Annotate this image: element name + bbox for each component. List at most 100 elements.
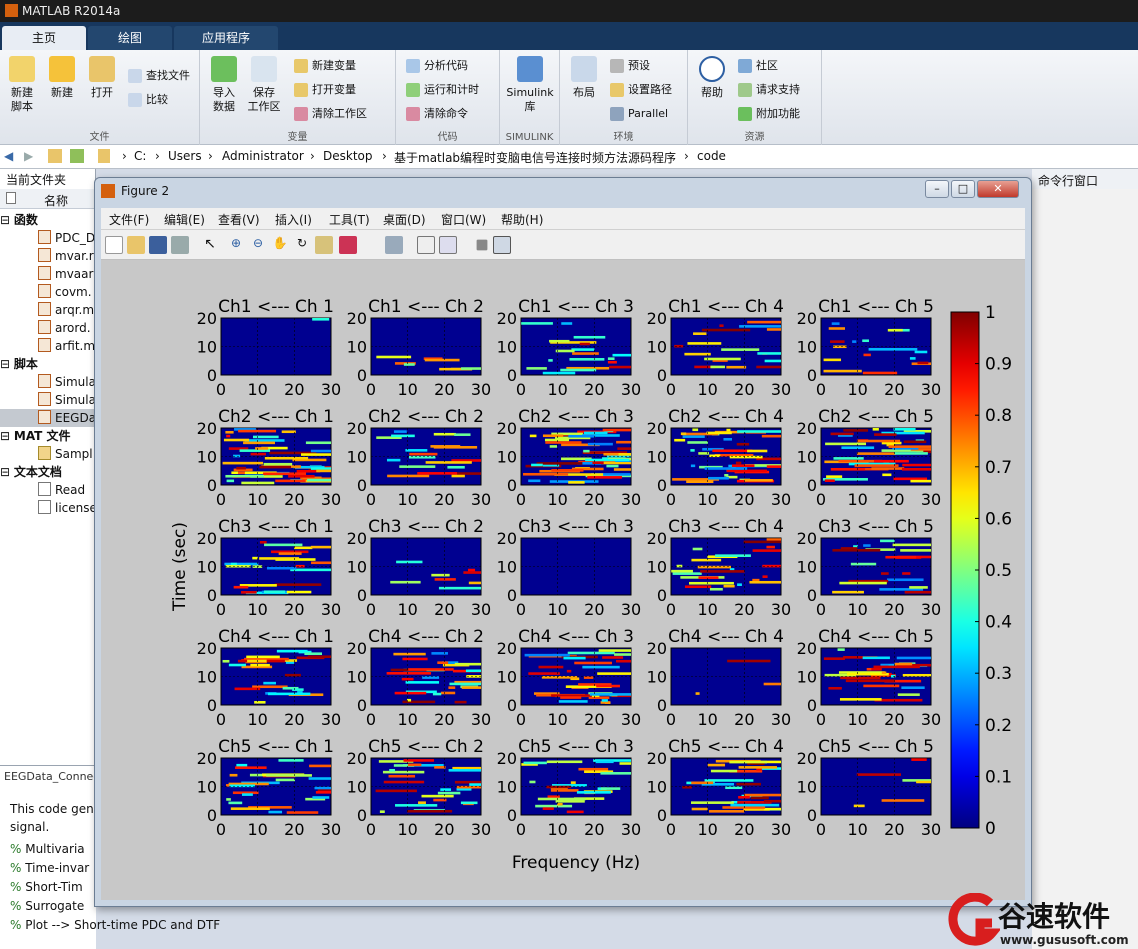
parallel-button[interactable]: Parallel (608, 104, 668, 124)
compare-button[interactable]: 比较 (126, 90, 168, 110)
tab-apps[interactable]: 应用程序 (174, 26, 278, 50)
pointer-icon[interactable]: ↖ (201, 236, 219, 254)
new-figure-icon[interactable] (105, 236, 123, 254)
open-file-icon[interactable] (127, 236, 145, 254)
breadcrumb-0[interactable]: C: (134, 149, 146, 163)
back-arrow-icon[interactable]: ◀ (4, 149, 13, 163)
collapse-icon[interactable]: ⊟ (0, 357, 14, 371)
heatmap-cell (417, 472, 458, 475)
preferences-button[interactable]: 预设 (608, 56, 650, 76)
legend-toggle-icon[interactable] (439, 236, 457, 254)
zoom-out-icon[interactable]: ⊖ (249, 236, 267, 254)
file-item[interactable]: mvaar (0, 265, 96, 283)
menu-desktop[interactable]: 桌面(D) (383, 211, 426, 228)
x-tick-label: 0 (666, 490, 676, 509)
new-button[interactable]: 新建 (42, 56, 82, 100)
collapse-icon[interactable]: ⊟ (0, 429, 14, 443)
hide-tools-icon[interactable] (476, 239, 488, 251)
set-path-button[interactable]: 设置路径 (608, 80, 672, 100)
file-item[interactable]: Simula (0, 391, 96, 409)
import-data-button[interactable]: 导入 数据 (204, 56, 244, 114)
forward-arrow-icon[interactable]: ▶ (24, 149, 33, 163)
colorbar-toggle-icon[interactable] (417, 236, 435, 254)
clear-commands-button[interactable]: 清除命令 (404, 104, 468, 124)
file-item[interactable]: PDC_D (0, 229, 96, 247)
menu-window[interactable]: 窗口(W) (441, 211, 486, 228)
new-variable-button[interactable]: 新建变量 (292, 56, 356, 76)
collapse-icon[interactable]: ⊟ (0, 465, 14, 479)
file-item[interactable]: Sampl (0, 445, 96, 463)
file-item[interactable]: covm. (0, 283, 96, 301)
tab-plots[interactable]: 绘图 (88, 26, 172, 50)
close-button[interactable]: ✕ (977, 180, 1019, 198)
addons-button[interactable]: 附加功能 (736, 104, 800, 124)
breadcrumb-5[interactable]: code (697, 149, 726, 163)
save-figure-icon[interactable] (149, 236, 167, 254)
breadcrumb-4[interactable]: 基于matlab编程时变脑电信号连接时频方法源码程序 (394, 149, 676, 166)
file-item[interactable]: arfit.m (0, 337, 96, 355)
browse-folder-icon[interactable] (70, 149, 84, 163)
brush-icon[interactable] (339, 236, 357, 254)
new-script-button[interactable]: 新建 脚本 (2, 56, 42, 114)
menu-file[interactable]: 文件(F) (109, 211, 149, 228)
collapse-icon[interactable]: ⊟ (0, 213, 14, 227)
section-link[interactable]: % Time-invar (10, 861, 89, 875)
column-header[interactable]: 名称 (0, 189, 96, 209)
file-item[interactable]: EEGDa (0, 409, 96, 427)
file-item[interactable]: Read (0, 481, 96, 499)
up-folder-icon[interactable] (48, 149, 62, 163)
panel-title: Ch3 <--- Ch 4 (668, 517, 784, 537)
zoom-in-icon[interactable]: ⊕ (227, 236, 245, 254)
heatmap-cell (468, 581, 481, 585)
file-item[interactable]: arord. (0, 319, 96, 337)
menu-tools[interactable]: 工具(T) (329, 211, 370, 228)
address-bar: ◀ ▶ › C: › Users › Administrator › Deskt… (0, 145, 1138, 169)
heatmap-cell (294, 546, 313, 550)
tree-group-2[interactable]: ⊟ MAT 文件 (0, 427, 96, 445)
y-tick-label: 0 (657, 476, 667, 495)
maximize-button[interactable]: □ (951, 180, 975, 198)
analyze-code-button[interactable]: 分析代码 (404, 56, 468, 76)
section-link[interactable]: % Multivaria (10, 842, 85, 856)
breadcrumb-1[interactable]: Users (168, 149, 202, 163)
tree-group-0[interactable]: ⊟ 函数 (0, 211, 96, 229)
menu-edit[interactable]: 编辑(E) (164, 211, 205, 228)
pan-icon[interactable]: ✋ (271, 236, 289, 254)
data-cursor-icon[interactable] (315, 236, 333, 254)
x-tick-label: 20 (734, 380, 754, 399)
y-tick-label: 20 (797, 639, 817, 658)
heatmap-cell (726, 469, 767, 473)
section-link[interactable]: % Plot --> Short-time PDC and DTF (10, 918, 220, 932)
tab-home[interactable]: 主页 (2, 26, 86, 50)
save-workspace-button[interactable]: 保存 工作区 (244, 56, 284, 114)
minimize-button[interactable]: – (925, 180, 949, 198)
link-plot-icon[interactable] (385, 236, 403, 254)
layout-button[interactable]: 布局 (564, 56, 604, 100)
section-link[interactable]: % Surrogate (10, 899, 84, 913)
help-button[interactable]: 帮助 (692, 56, 732, 100)
request-support-button[interactable]: 请求支持 (736, 80, 800, 100)
clear-workspace-button[interactable]: 清除工作区 (292, 104, 367, 124)
rotate-icon[interactable]: ↻ (293, 236, 311, 254)
open-variable-button[interactable]: 打开变量 (292, 80, 356, 100)
menu-insert[interactable]: 插入(I) (275, 211, 312, 228)
breadcrumb-2[interactable]: Administrator (222, 149, 304, 163)
run-and-time-button[interactable]: 运行和计时 (404, 80, 479, 100)
find-files-button[interactable]: 查找文件 (126, 66, 190, 86)
file-item[interactable]: arqr.m (0, 301, 96, 319)
plot-tools-icon[interactable] (493, 236, 511, 254)
file-item[interactable]: Simula (0, 373, 96, 391)
community-button[interactable]: 社区 (736, 56, 778, 76)
file-item[interactable]: license (0, 499, 96, 517)
simulink-library-button[interactable]: Simulink 库 (506, 56, 554, 114)
heatmap-cell (386, 458, 401, 462)
breadcrumb-3[interactable]: Desktop (323, 149, 373, 163)
menu-help[interactable]: 帮助(H) (501, 211, 543, 228)
menu-view[interactable]: 查看(V) (218, 211, 260, 228)
print-icon[interactable] (171, 236, 189, 254)
file-item[interactable]: mvar.r (0, 247, 96, 265)
tree-group-3[interactable]: ⊟ 文本文档 (0, 463, 96, 481)
section-link[interactable]: % Short-Tim (10, 880, 83, 894)
open-button[interactable]: 打开 (82, 56, 122, 100)
tree-group-1[interactable]: ⊟ 脚本 (0, 355, 96, 373)
